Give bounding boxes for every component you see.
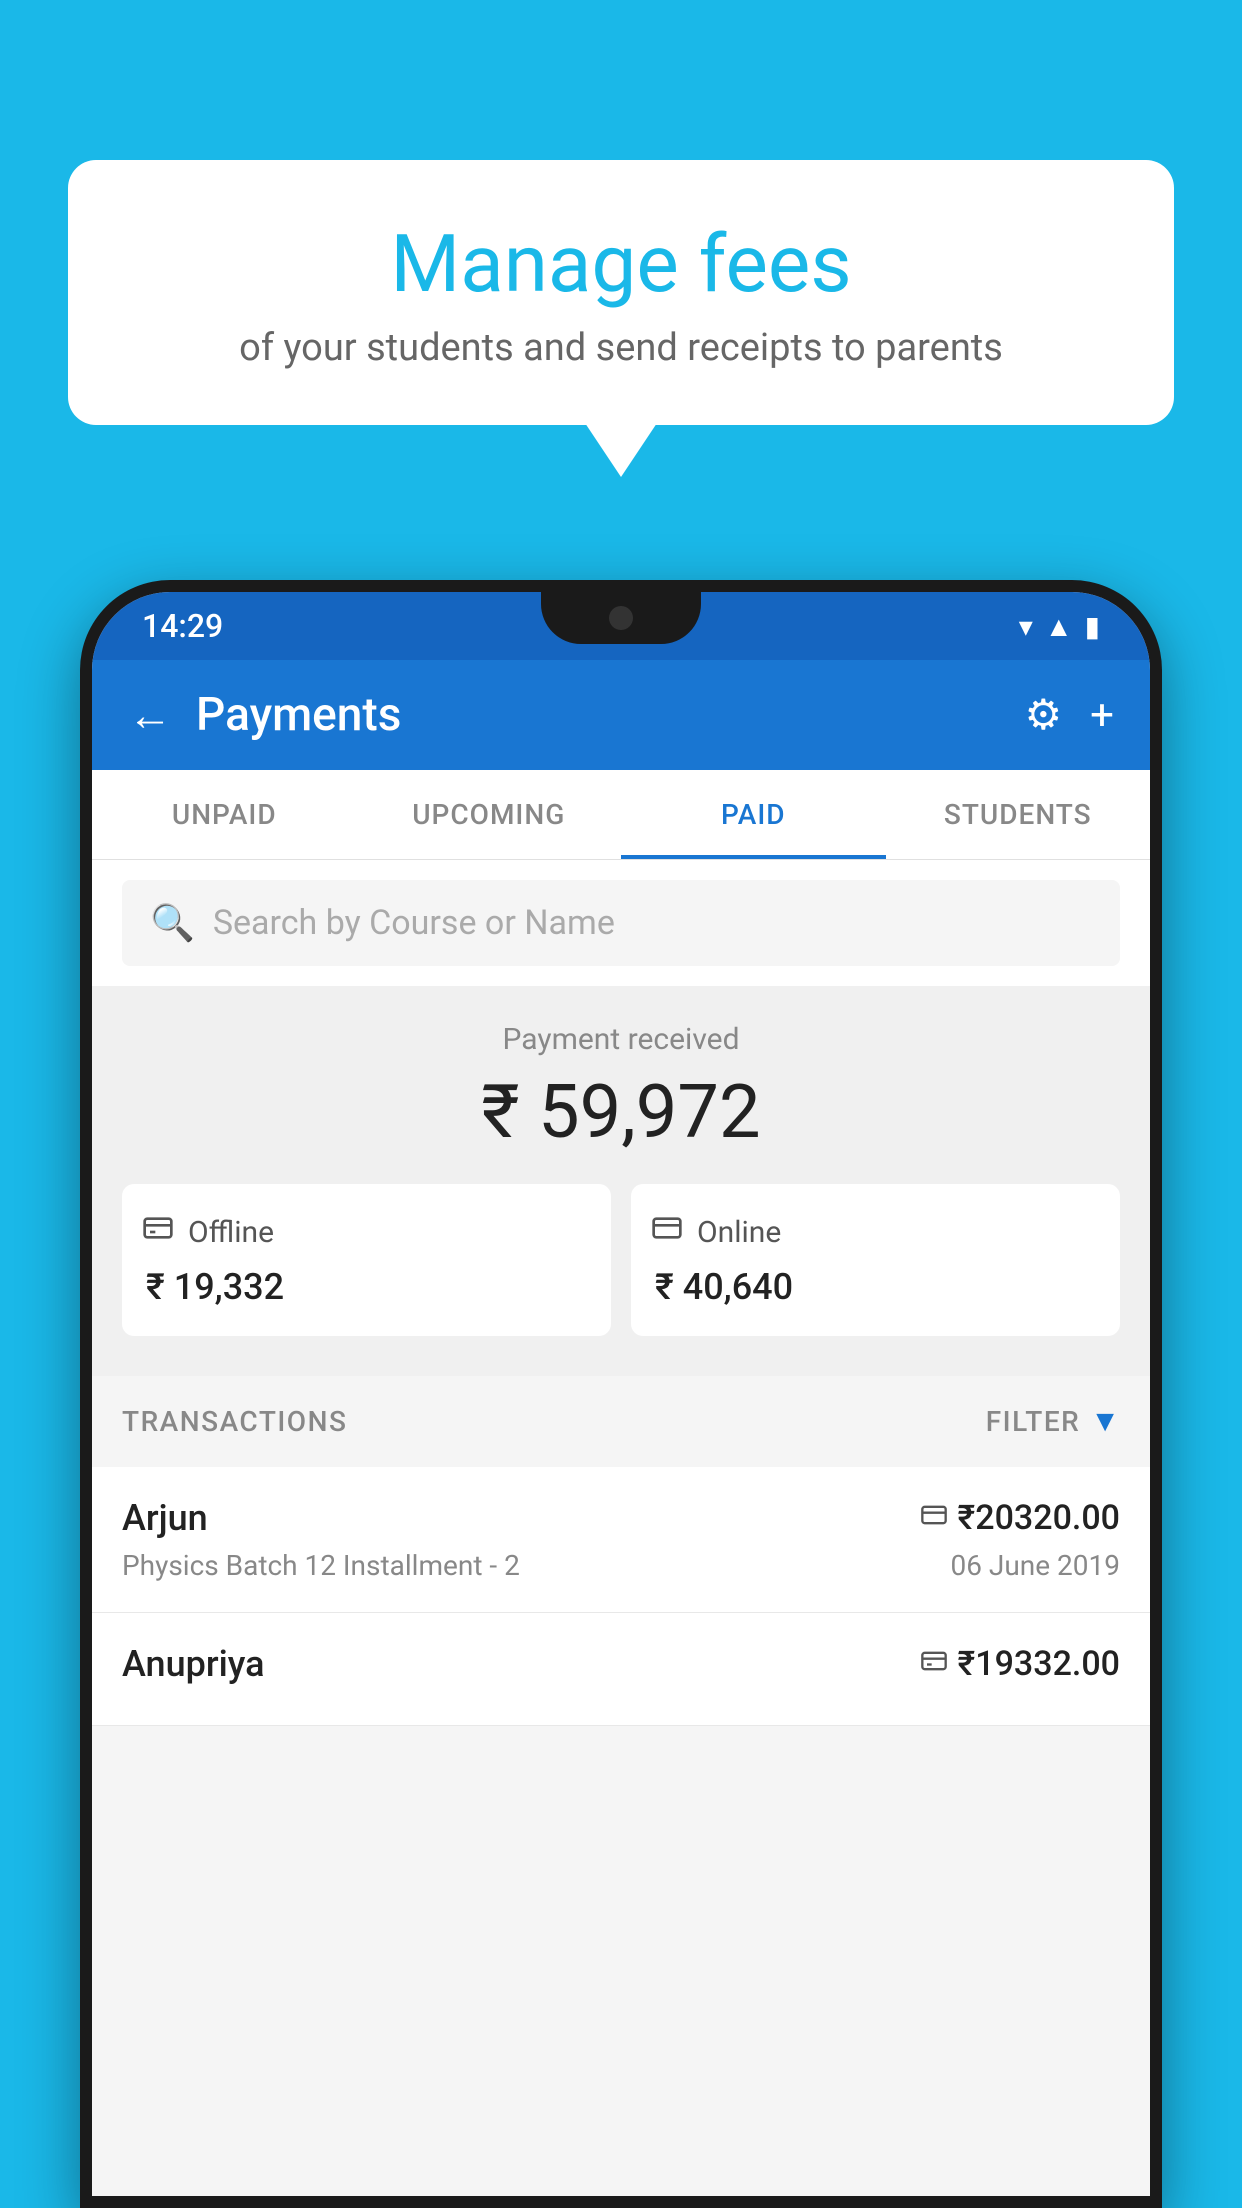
transaction-amount: ₹19332.00	[958, 1644, 1120, 1684]
wifi-icon: ▾	[1019, 610, 1033, 643]
transaction-row[interactable]: Arjun ₹20320.00 Physics Batch 12 Install…	[92, 1467, 1150, 1613]
app-bar: ← Payments ⚙ +	[92, 660, 1150, 770]
add-icon[interactable]: +	[1090, 691, 1114, 740]
payment-received-section: Payment received ₹ 59,972 Offline	[92, 986, 1150, 1376]
payment-total-amount: ₹ 59,972	[122, 1069, 1120, 1156]
offline-amount: ₹ 19,332	[142, 1266, 591, 1308]
notch	[541, 592, 701, 644]
tabs: UNPAID UPCOMING PAID STUDENTS	[92, 770, 1150, 860]
tab-students[interactable]: STUDENTS	[886, 770, 1151, 859]
filter-label: FILTER	[986, 1405, 1081, 1438]
phone-screen: 14:29 ▾ ▲ ▮ ← Payments ⚙ + UNPAID UPCOMI…	[92, 592, 1150, 2196]
battery-icon: ▮	[1085, 610, 1100, 643]
camera-dot	[609, 606, 633, 630]
tab-paid[interactable]: PAID	[621, 770, 886, 859]
transaction-name: Anupriya	[122, 1643, 265, 1685]
search-input[interactable]: Search by Course or Name	[213, 903, 615, 943]
tab-upcoming[interactable]: UPCOMING	[357, 770, 622, 859]
payment-type-icon	[920, 1501, 948, 1536]
signal-icon: ▲	[1045, 610, 1073, 643]
search-container: 🔍 Search by Course or Name	[92, 860, 1150, 986]
online-card-top: Online	[651, 1212, 1100, 1252]
online-label: Online	[697, 1215, 781, 1250]
search-icon: 🔍	[150, 902, 195, 944]
transaction-amount: ₹20320.00	[958, 1498, 1120, 1538]
payment-type-icon	[920, 1647, 948, 1682]
search-box[interactable]: 🔍 Search by Course or Name	[122, 880, 1120, 966]
transaction-name: Arjun	[122, 1497, 208, 1539]
online-amount: ₹ 40,640	[651, 1266, 1100, 1308]
transaction-row[interactable]: Anupriya ₹19332.00	[92, 1613, 1150, 1726]
bubble-subtitle: of your students and send receipts to pa…	[118, 326, 1124, 370]
payment-cards: Offline ₹ 19,332 Online ₹ 4	[122, 1184, 1120, 1336]
app-bar-actions: ⚙ +	[1025, 690, 1115, 740]
status-time: 14:29	[142, 607, 223, 645]
transaction-amount-wrap: ₹19332.00	[920, 1644, 1120, 1684]
offline-label: Offline	[188, 1215, 274, 1250]
back-button[interactable]: ←	[128, 689, 172, 741]
transaction-course: Physics Batch 12 Installment - 2	[122, 1549, 520, 1582]
filter-button[interactable]: FILTER ▼	[986, 1404, 1120, 1439]
offline-card-top: Offline	[142, 1212, 591, 1252]
payment-received-label: Payment received	[122, 1022, 1120, 1057]
transaction-top: Arjun ₹20320.00	[122, 1497, 1120, 1539]
transactions-header: TRANSACTIONS FILTER ▼	[92, 1376, 1150, 1467]
offline-card: Offline ₹ 19,332	[122, 1184, 611, 1336]
tab-unpaid[interactable]: UNPAID	[92, 770, 357, 859]
status-bar: 14:29 ▾ ▲ ▮	[92, 592, 1150, 660]
online-card: Online ₹ 40,640	[631, 1184, 1120, 1336]
offline-icon	[142, 1212, 174, 1252]
status-icons: ▾ ▲ ▮	[1019, 610, 1100, 643]
app-bar-title: Payments	[196, 688, 1001, 742]
bubble-title: Manage fees	[118, 220, 1124, 308]
transaction-amount-wrap: ₹20320.00	[920, 1498, 1120, 1538]
phone-frame: 14:29 ▾ ▲ ▮ ← Payments ⚙ + UNPAID UPCOMI…	[80, 580, 1162, 2208]
speech-bubble: Manage fees of your students and send re…	[68, 160, 1174, 425]
transaction-date: 06 June 2019	[950, 1549, 1120, 1582]
transaction-top: Anupriya ₹19332.00	[122, 1643, 1120, 1685]
filter-icon: ▼	[1090, 1404, 1120, 1439]
online-icon	[651, 1212, 683, 1252]
transactions-label: TRANSACTIONS	[122, 1405, 347, 1438]
settings-icon[interactable]: ⚙	[1025, 690, 1063, 740]
transaction-bottom: Physics Batch 12 Installment - 2 06 June…	[122, 1549, 1120, 1582]
